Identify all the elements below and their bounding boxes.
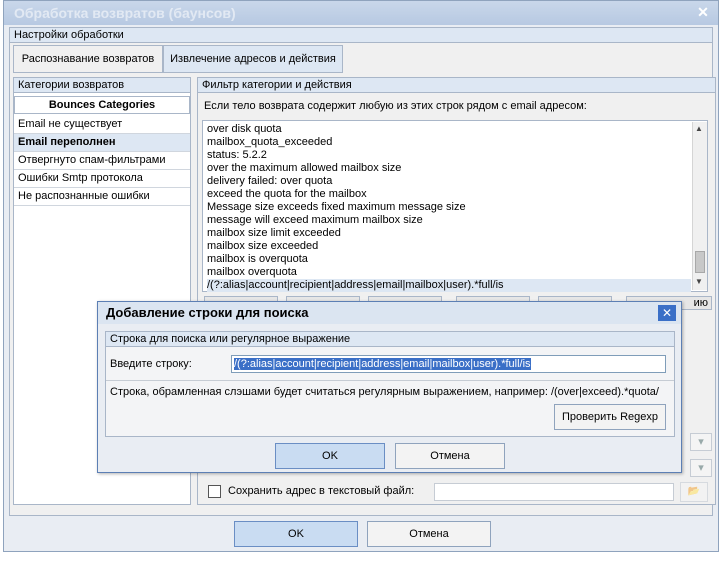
list-item[interactable]: exceed the quota for the mailbox — [207, 188, 367, 201]
chevron-down-icon[interactable]: ▾ — [690, 459, 712, 477]
tab-recognition[interactable]: Распознавание возвратов — [13, 45, 163, 73]
dialog-title: Добавление строки для поиска — [98, 302, 681, 324]
category-item-unrecognized[interactable]: Не распознанные ошибки — [14, 188, 190, 206]
window-title: Обработка возвратов (баунсов) — [14, 5, 236, 21]
close-icon[interactable]: ✕ — [658, 305, 676, 321]
input-selected-text: /(?:alias|account|recipient|address|emai… — [234, 358, 531, 370]
scroll-down-icon[interactable]: ▼ — [695, 277, 703, 286]
folder-icon[interactable]: 📂 — [680, 482, 708, 502]
filter-description: Если тело возврата содержит любую из эти… — [204, 100, 587, 112]
input-label: Введите строку: — [110, 358, 192, 370]
regexp-hint: Строка, обрамленная слэшами будет считат… — [110, 386, 659, 398]
list-item[interactable]: mailbox_quota_exceeded — [207, 136, 332, 149]
list-item[interactable]: Message size exceeds fixed maximum messa… — [207, 201, 466, 214]
search-string-group-header: Строка для поиска или регулярное выражен… — [106, 332, 674, 347]
settings-group-header: Настройки обработки — [10, 28, 712, 43]
add-search-string-dialog: Добавление строки для поиска ✕ Строка дл… — [97, 301, 682, 473]
list-item[interactable]: mailbox is overquota — [207, 253, 308, 266]
list-item[interactable]: mailbox size exceeded — [207, 240, 318, 253]
save-address-label: Сохранить адрес в текстовый файл: — [228, 485, 415, 497]
category-item-not-exist[interactable]: Email не существует — [14, 116, 190, 134]
list-item[interactable]: message will exceed maximum mailbox size — [207, 214, 423, 227]
tab-extraction-actions[interactable]: Извлечение адресов и действия — [163, 45, 343, 73]
categories-title: Bounces Categories — [14, 96, 190, 114]
scroll-thumb[interactable] — [695, 251, 705, 273]
close-icon[interactable]: ✕ — [694, 4, 712, 20]
check-regexp-button[interactable]: Проверить Regexp — [554, 404, 666, 430]
categories-header: Категории возвратов — [14, 78, 190, 93]
category-item-mailbox-full[interactable]: Email переполнен — [14, 134, 190, 152]
dialog-ok-button[interactable]: OK — [275, 443, 385, 469]
list-item-selected[interactable]: /(?:alias|account|recipient|address|emai… — [207, 279, 691, 292]
scroll-up-icon[interactable]: ▲ — [695, 124, 703, 133]
cancel-button[interactable]: Отмена — [367, 521, 491, 547]
search-strings-list[interactable]: over disk quota mailbox_quota_exceeded s… — [202, 120, 708, 292]
title-bar: Обработка возвратов (баунсов) ✕ — [4, 1, 718, 25]
list-item[interactable]: mailbox overquota — [207, 266, 297, 279]
chevron-down-icon[interactable]: ▾ — [690, 433, 712, 451]
dialog-cancel-button[interactable]: Отмена — [395, 443, 505, 469]
list-item[interactable]: mailbox size limit exceeded — [207, 227, 341, 240]
filter-header: Фильтр категории и действия — [198, 78, 715, 93]
list-scrollbar[interactable]: ▲ ▼ — [692, 122, 707, 290]
list-item[interactable]: over the maximum allowed mailbox size — [207, 162, 401, 175]
search-string-group: Строка для поиска или регулярное выражен… — [105, 331, 675, 437]
list-item[interactable]: over disk quota — [207, 123, 282, 136]
category-item-spam-rejected[interactable]: Отвергнуто спам-фильтрами — [14, 152, 190, 170]
divider — [106, 380, 674, 381]
list-item[interactable]: status: 5.2.2 — [207, 149, 267, 162]
save-address-checkbox[interactable] — [208, 485, 221, 498]
search-string-input[interactable]: /(?:alias|account|recipient|address|emai… — [231, 355, 666, 373]
ok-button[interactable]: OK — [234, 521, 358, 547]
category-item-smtp-errors[interactable]: Ошибки Smtp протокола — [14, 170, 190, 188]
save-address-field[interactable] — [434, 483, 674, 501]
list-item[interactable]: delivery failed: over quota — [207, 175, 332, 188]
